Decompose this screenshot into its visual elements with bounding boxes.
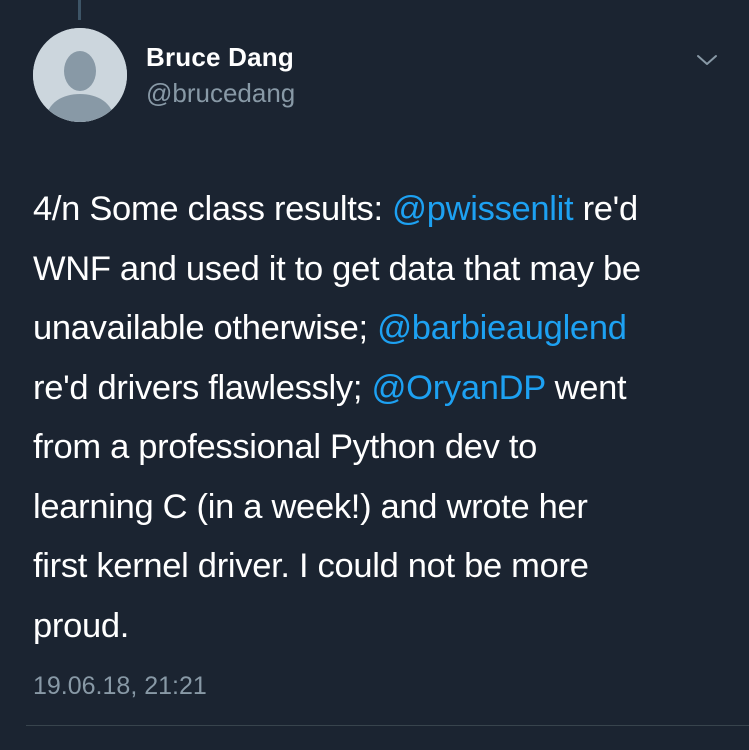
mention-link-pwissenlit[interactable]: @pwissenlit bbox=[392, 190, 574, 228]
tweet-line: first kernel driver. I could not be more bbox=[33, 547, 589, 585]
author-handle[interactable]: @brucedang bbox=[146, 78, 295, 109]
divider bbox=[26, 725, 749, 726]
tweet-line: re'd drivers flawlessly; @OryanDP went bbox=[33, 359, 733, 419]
mention-link-oryandp[interactable]: @OryanDP bbox=[371, 369, 545, 407]
tweet-line: WNF and used it to get data that may be bbox=[33, 249, 641, 288]
mention-link-barbieauglend[interactable]: @barbieauglend bbox=[377, 309, 627, 347]
tweet-text-segment: unavailable otherwise; bbox=[33, 309, 378, 347]
thread-connector-line bbox=[78, 0, 81, 20]
tweet-line: 4/n Some class results: @pwissenlit re'd bbox=[33, 180, 733, 240]
chevron-down-icon bbox=[697, 55, 717, 65]
author-name[interactable]: Bruce Dang bbox=[146, 42, 294, 73]
tweet-line: proud. bbox=[33, 606, 130, 645]
tweet-line: from a professional Python dev to bbox=[33, 428, 538, 466]
tweet-line: learning C (in a week!) and wrote her bbox=[33, 487, 588, 526]
tweet-text-segment: went bbox=[545, 368, 627, 407]
tweet-menu-button[interactable] bbox=[694, 50, 720, 70]
avatar[interactable] bbox=[33, 28, 127, 122]
default-avatar-icon bbox=[33, 28, 127, 122]
tweet-text-segment: re'd drivers flawlessly; bbox=[33, 368, 372, 407]
tweet-timestamp[interactable]: 19.06.18, 21:21 bbox=[33, 672, 207, 701]
tweet-text: 4/n Some class results: @pwissenlit re'd… bbox=[33, 180, 733, 656]
tweet-text-segment: re'd bbox=[573, 190, 639, 228]
tweet-text-segment: 4/n Some class results: bbox=[33, 190, 393, 228]
tweet-line: unavailable otherwise; @barbieauglend bbox=[33, 299, 733, 359]
